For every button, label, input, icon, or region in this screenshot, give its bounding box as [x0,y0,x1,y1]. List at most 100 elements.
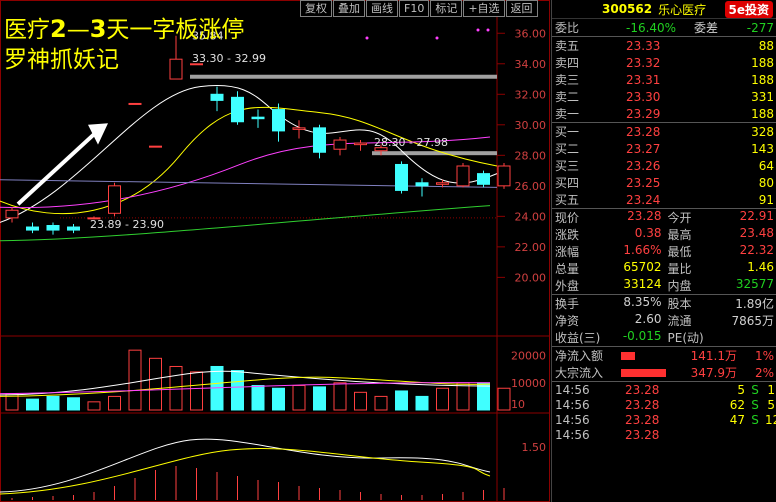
trade-volume: 47 [729,412,745,427]
volume-bar [292,385,306,411]
flow-row: 大宗流入 347.9万 2% [552,364,776,381]
trade-price: 23.28 [625,412,660,427]
quote-label: 最低 [667,245,692,259]
ask-row[interactable]: 卖五 23.33 88 [552,37,776,54]
flow-pct: 1% [754,348,774,363]
quote-label: 内盘 [667,279,692,293]
chart-canvas[interactable]: 36.00 34.00 32.00 30.00 28.00 26.00 24.00 22.00… [0,0,550,502]
ask-row[interactable]: 卖一 23.29 188 [552,105,776,122]
price-axis-label: 32.00 [515,88,547,101]
bid-row[interactable]: 买四 23.25 80 [552,174,776,191]
price-axis-label: 24.00 [515,210,547,223]
volume-bar [477,382,490,411]
stat-value: -0.015 [622,329,662,343]
ask-row[interactable]: 卖二 23.30 331 [552,88,776,105]
draw-line-button[interactable]: 画线 [366,0,398,17]
bid-price: 23.24 [626,192,661,207]
bid-book: 买一 23.28 328 买二 23.27 143 买三 23.26 64 买四 23.25 80 买五… [552,122,776,208]
quote-label: 量比 [667,262,692,276]
volume-bar [108,395,121,411]
stat-value: 8.35% [623,295,662,309]
bid-row[interactable]: 买五 23.24 91 [552,191,776,208]
ask-row[interactable]: 卖三 23.31 188 [552,71,776,88]
flow-bar [621,351,635,360]
ask-volume: 331 [751,89,774,104]
back-button[interactable]: 返回 [505,0,538,17]
bid-row[interactable]: 买一 23.28 328 [552,123,776,140]
flow-pct: 2% [754,365,774,380]
restore-rights-button[interactable]: 复权 [300,0,332,17]
ma10-line [0,106,498,215]
trade-time: 14:56 [555,397,590,412]
bid-label: 买一 [555,125,580,139]
caption-line1: 医疗2—3天一字板涨停 [4,14,244,45]
webi-label: 委比 [555,21,580,35]
ask-volume: 188 [751,72,774,87]
bid-price: 23.26 [626,158,661,173]
ask-row[interactable]: 卖四 23.32 188 [552,54,776,71]
candle-body [477,173,490,185]
bid-label: 买二 [555,142,580,156]
trade-time: 14:56 [555,382,590,397]
bid-row[interactable]: 买二 23.27 143 [552,140,776,157]
ask-volume: 188 [751,106,774,121]
trade-price: 23.28 [625,397,660,412]
macd-axis-label: 1.50 [522,441,547,454]
candle-body [497,165,511,187]
trade-row[interactable]: 14:56 23.28 47 S 12 [552,412,776,427]
candle-body [26,226,39,231]
ask-label: 卖五 [555,39,580,53]
quote-label: 今开 [667,211,692,225]
trade-count: 1 [767,382,775,397]
candle-body [395,163,408,191]
trade-row[interactable]: 14:56 23.28 5 S 1 [552,382,776,397]
caption-line2: 罗神抓妖记 [4,47,119,73]
price-axis-label: 26.00 [515,180,547,193]
flow-value: 141.1万 [690,349,737,363]
stock-code: 300562 [602,2,653,16]
candle-body [67,226,80,231]
webi-row: 委比 -16.40% 委差 -277 [552,19,776,36]
quote-value: 22.32 [739,243,774,257]
add-watchlist-button[interactable]: +自选 [463,0,505,17]
tick-trades[interactable]: 14:56 23.28 5 S 1 14:56 23.28 62 S 5 14:56 23.28 47 S… [552,381,776,442]
stat-label: PE(动) [667,331,704,345]
candle-body [5,209,19,219]
volume-bar [26,398,39,411]
quote-label: 总量 [555,262,580,276]
trade-volume: 62 [729,397,745,412]
quote-label: 涨幅 [555,245,580,259]
quote-value: 22.91 [739,209,774,223]
trade-volume: 5 [737,382,745,397]
candle-body [354,142,367,146]
mark-button[interactable]: 标记 [430,0,463,17]
stat-label: 换手 [555,297,580,311]
volume-bar [231,370,244,411]
overlay-button[interactable]: 叠加 [333,0,365,17]
bid-row[interactable]: 买三 23.26 64 [552,157,776,174]
gap-line-upper [190,74,497,79]
candle-body [415,182,429,187]
bid-price: 23.27 [626,141,661,156]
ask-book: 卖五 23.33 88 卖四 23.32 188 卖三 23.31 188 卖二 23.30 331 卖… [552,36,776,122]
candle-body [251,116,265,120]
candle-body [231,96,244,123]
trade-time: 14:56 [555,427,590,442]
volume-axis-label: 20000 [511,350,546,363]
trade-row[interactable]: 14:56 23.28 62 S 5 [552,397,776,412]
trade-row[interactable]: 14:56 23.28 [552,427,776,442]
candle-body [149,145,162,148]
candle-body [46,224,60,231]
volume-axis-label: 10000 [511,377,546,390]
stat-label: 流通 [667,314,692,328]
trade-count: 12 [765,412,776,427]
event-marker [435,36,439,40]
kline-chart[interactable]: 36.00 34.00 32.00 30.00 28.00 26.00 24.00 22.00… [0,0,550,502]
ask-label: 卖二 [555,90,580,104]
flow-row: 净流入额 141.1万 1% [552,347,776,364]
stat-row: 收益(三) -0.015 PE(动) [552,329,776,346]
candle-body [272,109,285,132]
bid-price: 23.28 [626,124,661,139]
stat-label: 净资 [555,314,580,328]
f10-button[interactable]: F10 [399,0,430,17]
